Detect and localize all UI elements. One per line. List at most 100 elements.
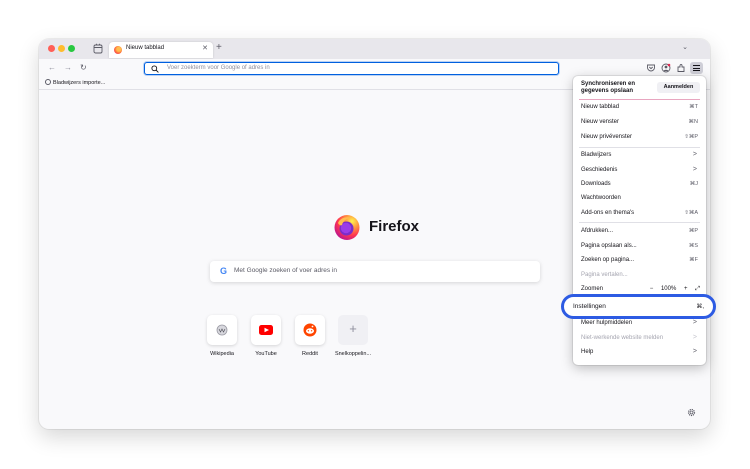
firefox-favicon-icon [114,46,122,54]
menu-item-history[interactable]: Geschiedenis > [573,164,706,178]
menu-item-help[interactable]: Help > [573,346,706,360]
tab-title: Nieuw tabblad [126,45,165,51]
shortcut-reddit[interactable]: Reddit [288,315,332,357]
google-search-box[interactable]: G Met Google zoeken of voer adres in [210,261,540,282]
menu-item-shortcut: ⇧⌘P [684,134,698,140]
menu-item-label: Geschiedenis [581,167,618,173]
menu-item-translate: Pagina vertalen... [573,269,706,283]
url-bar[interactable]: Voer zoekterm voor Google of adres in [144,62,559,75]
back-button[interactable]: ← [48,63,56,73]
divider [579,99,700,100]
youtube-tile [251,315,281,345]
import-bookmarks-item[interactable]: Bladwijzers importe... [45,79,105,86]
tab-bar: Nieuw tabblad ✕ + ⌄ [39,39,710,59]
menu-item-more-tools[interactable]: Meer hulpmiddelen > [573,317,706,331]
add-shortcut-tile: + [338,315,368,345]
minimize-window-button[interactable] [58,45,65,52]
app-menu-button[interactable] [690,62,703,74]
menu-item-shortcut: ⌘, [696,304,704,310]
menu-item-label: Zoomen [581,286,604,292]
menu-item-save-page[interactable]: Pagina opslaan als... ⌘S [573,240,706,254]
google-icon: G [220,266,228,276]
menu-item-find-in-page[interactable]: Zoeken op pagina... ⌘F [573,254,706,268]
search-icon [151,65,159,73]
menu-item-shortcut: ⌘T [689,104,698,110]
search-placeholder: Met Google zoeken of voer adres in [234,267,337,274]
menu-item-label: Nieuw privévenster [581,134,633,140]
menu-item-shortcut: ⌘S [688,243,698,249]
fullscreen-icon[interactable]: ⤢ [695,286,700,292]
sync-title: Synchroniseren en gegevens opslaan [581,81,636,94]
menu-item-shortcut: ⌘P [688,228,698,234]
divider [579,147,700,148]
menu-item-label: Meer hulpmiddelen [581,320,633,326]
shortcut-add[interactable]: + Snelkoppelin... [331,315,375,357]
menu-item-new-window[interactable]: Nieuw venster ⌘N [573,116,706,130]
menu-item-label: Niet-werkende website melden [581,335,664,341]
chevron-right-icon: > [692,319,697,326]
menu-item-passwords[interactable]: Wachtwoorden [573,192,706,206]
divider [579,222,700,223]
menu-item-new-tab[interactable]: Nieuw tabblad ⌘T [573,101,706,115]
signin-button[interactable]: Aanmelden [657,82,700,93]
import-icon [45,79,51,85]
wikipedia-tile [207,315,237,345]
app-menu-panel: Synchroniseren en gegevens opslaan Aanme… [573,76,706,365]
navigation-bar: ← → ↻ Voer zoekterm voor Google of adres… [39,59,710,77]
youtube-icon [259,325,273,335]
menu-item-label: Afdrukken... [581,228,614,234]
import-bookmarks-label: Bladwijzers importe... [53,80,106,86]
reddit-tile [295,315,325,345]
menu-item-shortcut: ⌘N [688,119,698,125]
menu-item-downloads[interactable]: Downloads ⌘J [573,178,706,192]
close-window-button[interactable] [48,45,55,52]
menu-item-new-private-window[interactable]: Nieuw privévenster ⇧⌘P [573,131,706,145]
shortcut-youtube[interactable]: YouTube [244,315,288,357]
account-icon[interactable] [661,63,671,73]
zoom-controls: − 100% + ⤢ [644,286,700,293]
menu-item-shortcut: ⌘J [689,181,698,187]
close-icon[interactable]: ✕ [202,44,208,52]
menu-item-label: Bladwijzers [581,152,612,158]
extensions-icon[interactable] [676,63,686,73]
menu-item-label: Instellingen [573,303,606,310]
shortcut-label: Wikipedia [210,351,234,357]
shortcut-wikipedia[interactable]: Wikipedia [200,315,244,357]
zoom-in-button[interactable]: + [684,286,688,292]
plus-icon: + [349,321,357,336]
shortcut-label: Snelkoppelin... [334,351,372,357]
firefox-logo-icon [334,215,360,240]
forward-button[interactable]: → [64,63,72,73]
menu-item-label: Pagina vertalen... [581,272,628,278]
menu-item-label: Nieuw tabblad [581,104,620,110]
menu-item-bookmarks[interactable]: Bladwijzers > [573,149,706,163]
menu-item-label: Add-ons en thema's [581,210,635,216]
shortcut-label: Reddit [302,351,318,357]
tab-list-icon[interactable] [93,43,103,54]
menu-item-settings[interactable]: Instellingen ⌘, [561,294,716,319]
firefox-wordmark: Firefox [369,218,420,235]
url-placeholder: Voer zoekterm voor Google of adres in [167,65,270,71]
chevron-right-icon: > [692,166,697,173]
pocket-icon[interactable] [646,63,656,73]
menu-item-label: Wachtwoorden [581,195,621,201]
new-tab-button[interactable]: + [216,42,222,54]
maximize-window-button[interactable] [68,45,75,52]
menu-item-label: Pagina opslaan als... [581,243,637,249]
tab-new-tab[interactable]: Nieuw tabblad ✕ [109,42,213,58]
menu-item-label: Downloads [581,181,611,187]
gear-icon[interactable] [687,408,696,417]
reload-button[interactable]: ↻ [80,63,87,73]
menu-item-addons[interactable]: Add-ons en thema's ⇧⌘A [573,207,706,221]
chevron-down-icon[interactable]: ⌄ [682,43,688,51]
menu-item-label: Nieuw venster [581,119,620,125]
chevron-right-icon: > [692,334,697,341]
zoom-out-button[interactable]: − [650,286,654,292]
menu-item-label: Zoeken op pagina... [581,257,635,263]
shortcut-label: YouTube [255,351,277,357]
menu-item-report-site: Niet-werkende website melden > [573,332,706,346]
chevron-right-icon: > [692,348,697,355]
zoom-level[interactable]: 100% [661,286,676,292]
menu-item-shortcut: ⌘F [689,257,698,263]
menu-item-print[interactable]: Afdrukken... ⌘P [573,225,706,239]
